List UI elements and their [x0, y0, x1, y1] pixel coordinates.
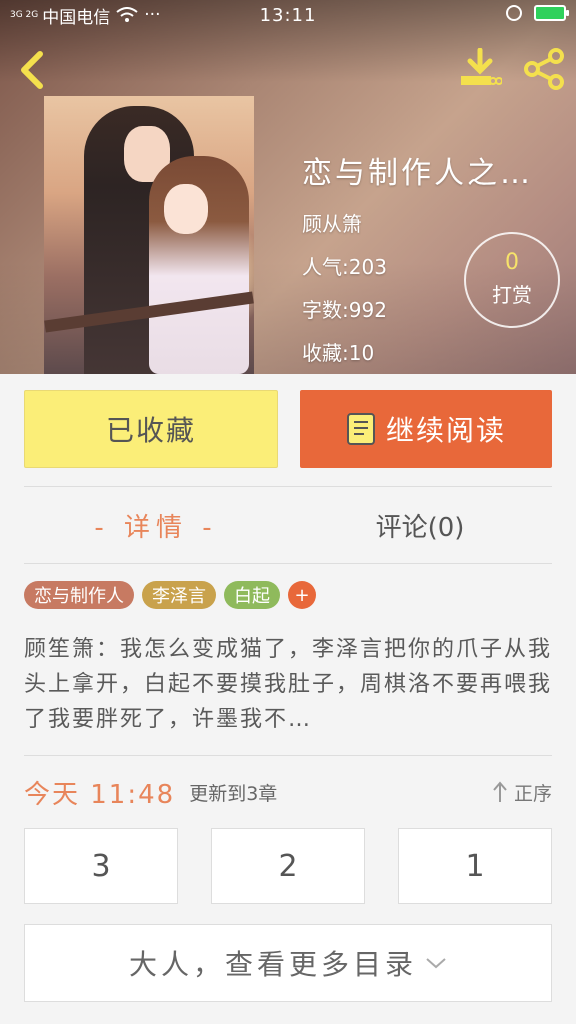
book-author: 顾从箫 — [302, 212, 362, 236]
add-tag-button[interactable]: + — [288, 581, 316, 609]
update-chapter: 更新到3章 — [189, 782, 278, 805]
wifi-icon — [116, 7, 138, 22]
back-arrow-icon[interactable] — [16, 50, 48, 90]
status-bar: 3G 2G 中国电信 ··· 13:11 — [0, 0, 576, 30]
tag-item[interactable]: 李泽言 — [142, 581, 216, 609]
share-icon[interactable] — [522, 48, 566, 90]
book-title: 恋与制作人之… — [302, 156, 533, 191]
more-chapters-button[interactable]: 大人，查看更多目录 — [24, 924, 552, 1002]
arrow-up-icon — [493, 781, 507, 802]
battery-icon — [534, 5, 569, 21]
sort-order-toggle[interactable]: 正序 — [492, 779, 552, 806]
detail-tabs: - 详情 - 评论(0) — [24, 487, 552, 563]
book-icon — [346, 413, 375, 445]
book-description[interactable]: 顾笙箫：我怎么变成猫了，李泽言把你的爪子从我头上拿开，白起不要摸我肚子，周棋洛不… — [24, 632, 552, 740]
download-icon[interactable] — [458, 48, 502, 90]
tag-list: 恋与制作人 李泽言 白起 + — [24, 581, 316, 609]
divider — [24, 563, 552, 564]
divider — [24, 755, 552, 756]
chapter-item[interactable]: 2 — [211, 828, 365, 904]
tab-details[interactable]: - 详情 - — [24, 487, 288, 563]
sort-order-label: 正序 — [513, 782, 552, 805]
more-dots: ··· — [144, 5, 161, 25]
chapter-item[interactable]: 3 — [24, 828, 178, 904]
chevron-down-icon — [426, 958, 446, 969]
book-cover-image — [44, 96, 254, 374]
signal-icon: 3G 2G — [10, 9, 39, 20]
chapter-item[interactable]: 1 — [398, 828, 552, 904]
tag-item[interactable]: 恋与制作人 — [24, 581, 134, 609]
book-header: 3G 2G 中国电信 ··· 13:11 恋与制作人之… 顾从箫 人气:203 … — [0, 0, 576, 374]
favorites-stat: 收藏:10 — [302, 341, 375, 365]
tip-button[interactable]: 0 打赏 — [464, 232, 560, 328]
tip-count: 0 — [505, 250, 519, 275]
continue-reading-button[interactable]: 继续阅读 — [300, 390, 552, 468]
continue-reading-label: 继续阅读 — [385, 414, 506, 447]
tab-comments[interactable]: 评论(0) — [288, 487, 552, 563]
more-chapters-label: 大人，查看更多目录 — [128, 948, 417, 981]
alarm-icon — [506, 5, 522, 21]
tag-item[interactable]: 白起 — [224, 581, 280, 609]
chapter-grid: 3 2 1 — [24, 828, 552, 904]
clock: 13:11 — [259, 4, 317, 26]
update-time: 今天 11:48 — [24, 779, 176, 810]
update-info: 今天 11:48 更新到3章 正序 — [24, 772, 552, 812]
tip-label: 打赏 — [492, 283, 532, 307]
action-buttons: 已收藏 继续阅读 — [24, 390, 552, 468]
carrier-name: 中国电信 — [42, 7, 111, 28]
header-actions — [458, 48, 566, 90]
favorited-button[interactable]: 已收藏 — [24, 390, 278, 468]
